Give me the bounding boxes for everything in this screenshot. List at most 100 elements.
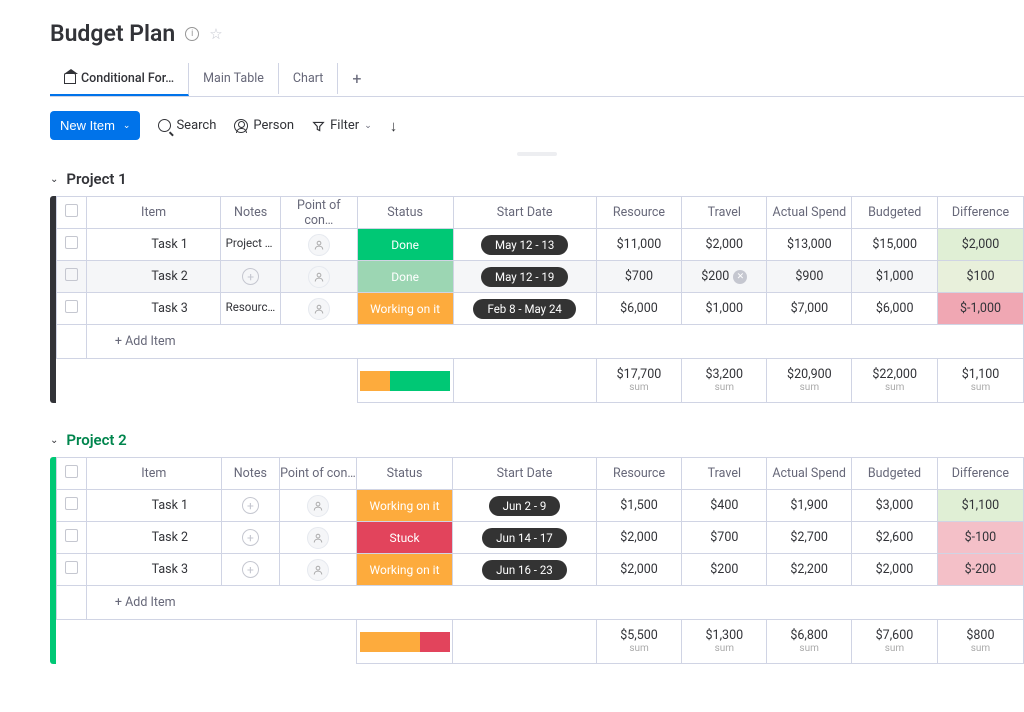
item-cell[interactable]: Task 2 xyxy=(86,261,220,293)
item-cell[interactable]: Task 3 xyxy=(86,293,220,325)
notes-cell[interactable]: + xyxy=(221,490,279,522)
group-collapse-icon[interactable]: ⌄ xyxy=(50,174,58,185)
item-cell[interactable]: Task 2 xyxy=(86,522,221,554)
drag-handle[interactable] xyxy=(517,152,557,156)
difference-cell[interactable]: $100 xyxy=(938,261,1024,293)
column-header-budgeted[interactable]: Budgeted xyxy=(852,458,938,490)
new-item-button[interactable]: New Item ⌄ xyxy=(50,111,140,140)
status-cell[interactable]: Done xyxy=(357,229,453,261)
column-header-item[interactable]: Item xyxy=(86,197,220,229)
actual-spend-cell[interactable]: $2,700 xyxy=(767,522,852,554)
row-checkbox[interactable] xyxy=(65,236,78,249)
date-cell[interactable]: Jun 16 - 23 xyxy=(453,554,596,586)
table-row[interactable]: Task 3 Resource … Working on it Feb 8 - … xyxy=(57,293,1024,325)
column-header-status[interactable]: Status xyxy=(356,458,452,490)
actual-spend-cell[interactable]: $2,200 xyxy=(767,554,852,586)
add-item-row[interactable]: + Add Item xyxy=(57,325,1024,359)
column-header-resource[interactable]: Resource xyxy=(596,197,682,229)
difference-cell[interactable]: $1,100 xyxy=(937,490,1023,522)
budgeted-cell[interactable]: $3,000 xyxy=(852,490,938,522)
status-cell[interactable]: Working on it xyxy=(356,490,452,522)
tab-conditional[interactable]: Conditional For… xyxy=(50,63,189,96)
actual-spend-cell[interactable]: $7,000 xyxy=(767,293,852,325)
info-icon[interactable]: i xyxy=(185,27,199,41)
column-header-date[interactable]: Start Date xyxy=(453,458,596,490)
budgeted-cell[interactable]: $15,000 xyxy=(852,229,938,261)
group-title[interactable]: Project 2 xyxy=(66,431,126,449)
column-header-actual[interactable]: Actual Spend xyxy=(767,458,852,490)
column-header-travel[interactable]: Travel xyxy=(682,458,767,490)
poc-cell[interactable] xyxy=(280,490,357,522)
actual-spend-cell[interactable]: $13,000 xyxy=(767,229,852,261)
budgeted-cell[interactable]: $1,000 xyxy=(852,261,938,293)
table-row[interactable]: Task 2 + Done May 12 - 19 $700 $200✕ $90… xyxy=(57,261,1024,293)
row-checkbox[interactable] xyxy=(65,561,78,574)
travel-cell[interactable]: $700 xyxy=(682,522,767,554)
table-row[interactable]: Task 2 + Stuck Jun 14 - 17 $2,000 $700 $… xyxy=(57,522,1024,554)
column-header-notes[interactable]: Notes xyxy=(221,197,281,229)
row-checkbox[interactable] xyxy=(65,529,78,542)
item-cell[interactable]: Task 1 xyxy=(86,490,221,522)
date-cell[interactable]: Jun 14 - 17 xyxy=(453,522,596,554)
column-header-poc[interactable]: Point of con… xyxy=(280,458,357,490)
add-item-row[interactable]: + Add Item xyxy=(57,586,1024,620)
column-header-budgeted[interactable]: Budgeted xyxy=(852,197,938,229)
column-header-difference[interactable]: Difference xyxy=(938,197,1024,229)
travel-cell[interactable]: $200✕ xyxy=(682,261,767,293)
select-all-checkbox[interactable] xyxy=(65,204,78,217)
difference-cell[interactable]: $-1,000 xyxy=(938,293,1024,325)
budgeted-cell[interactable]: $2,600 xyxy=(852,522,938,554)
poc-cell[interactable] xyxy=(281,261,357,293)
star-icon[interactable]: ☆ xyxy=(209,25,222,43)
travel-cell[interactable]: $1,000 xyxy=(682,293,767,325)
poc-cell[interactable] xyxy=(281,229,357,261)
row-checkbox[interactable] xyxy=(65,300,78,313)
difference-cell[interactable]: $-100 xyxy=(937,522,1023,554)
status-cell[interactable]: Stuck xyxy=(356,522,452,554)
notes-cell[interactable]: + xyxy=(221,522,279,554)
add-note-icon[interactable]: + xyxy=(242,529,259,546)
status-cell[interactable]: Done xyxy=(357,261,453,293)
actual-spend-cell[interactable]: $1,900 xyxy=(767,490,852,522)
table-row[interactable]: Task 1 Project D… Done May 12 - 13 $11,0… xyxy=(57,229,1024,261)
status-cell[interactable]: Working on it xyxy=(357,293,453,325)
date-cell[interactable]: May 12 - 19 xyxy=(453,261,596,293)
column-header-resource[interactable]: Resource xyxy=(596,458,682,490)
filter-button[interactable]: Filter ⌄ xyxy=(312,118,372,133)
tab-main-table[interactable]: Main Table xyxy=(189,63,279,94)
sort-button[interactable]: ↓ xyxy=(390,117,398,135)
group-collapse-icon[interactable]: ⌄ xyxy=(50,435,58,446)
resource-cell[interactable]: $700 xyxy=(596,261,682,293)
table-row[interactable]: Task 1 + Working on it Jun 2 - 9 $1,500 … xyxy=(57,490,1024,522)
column-header-status[interactable]: Status xyxy=(357,197,453,229)
actual-spend-cell[interactable]: $900 xyxy=(767,261,852,293)
column-header-poc[interactable]: Point of con… xyxy=(281,197,357,229)
resource-cell[interactable]: $2,000 xyxy=(596,554,682,586)
poc-cell[interactable] xyxy=(281,293,357,325)
group-title[interactable]: Project 1 xyxy=(66,170,126,188)
tab-chart[interactable]: Chart xyxy=(279,63,338,94)
resource-cell[interactable]: $11,000 xyxy=(596,229,682,261)
resource-cell[interactable]: $2,000 xyxy=(596,522,682,554)
add-note-icon[interactable]: + xyxy=(242,561,259,578)
clear-icon[interactable]: ✕ xyxy=(733,270,747,284)
add-tab-button[interactable]: + xyxy=(338,61,375,96)
person-filter-button[interactable]: Person xyxy=(234,118,294,133)
item-cell[interactable]: Task 3 xyxy=(86,554,221,586)
date-cell[interactable]: Feb 8 - May 24 xyxy=(453,293,596,325)
date-cell[interactable]: May 12 - 13 xyxy=(453,229,596,261)
table-row[interactable]: Task 3 + Working on it Jun 16 - 23 $2,00… xyxy=(57,554,1024,586)
resource-cell[interactable]: $6,000 xyxy=(596,293,682,325)
column-header-actual[interactable]: Actual Spend xyxy=(767,197,852,229)
add-note-icon[interactable]: + xyxy=(242,497,259,514)
difference-cell[interactable]: $-200 xyxy=(937,554,1023,586)
select-all-checkbox[interactable] xyxy=(65,465,78,478)
travel-cell[interactable]: $400 xyxy=(682,490,767,522)
resource-cell[interactable]: $1,500 xyxy=(596,490,682,522)
column-header-notes[interactable]: Notes xyxy=(221,458,279,490)
poc-cell[interactable] xyxy=(280,554,357,586)
notes-cell[interactable]: Resource … xyxy=(221,293,281,325)
travel-cell[interactable]: $200 xyxy=(682,554,767,586)
budgeted-cell[interactable]: $2,000 xyxy=(852,554,938,586)
budgeted-cell[interactable]: $6,000 xyxy=(852,293,938,325)
